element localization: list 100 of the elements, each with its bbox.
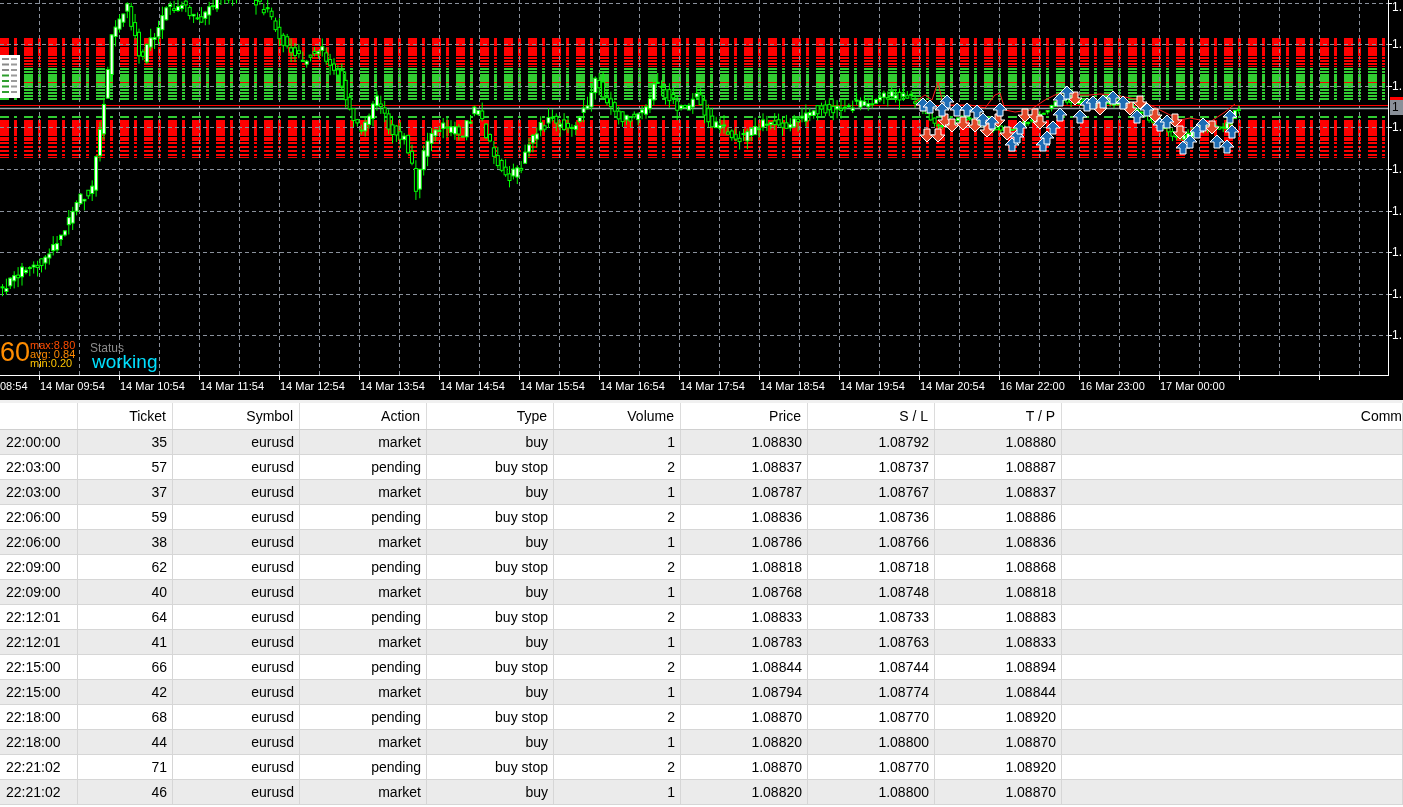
table-cell: 57 xyxy=(78,455,173,479)
table-cell: eurusd xyxy=(173,780,300,804)
table-cell: 22:18:00 xyxy=(0,730,78,754)
table-cell: 1.08736 xyxy=(808,505,935,529)
table-cell: 2 xyxy=(554,555,681,579)
table-cell: 22:21:02 xyxy=(0,755,78,779)
table-cell: 1.08880 xyxy=(935,430,1062,454)
price-axis-label: 1. xyxy=(1392,37,1402,51)
table-cell: 1.08744 xyxy=(808,655,935,679)
table-cell: eurusd xyxy=(173,605,300,629)
table-cell: 1.08836 xyxy=(681,505,808,529)
column-header[interactable]: Symbol xyxy=(173,403,300,429)
table-cell: 1.08868 xyxy=(935,555,1062,579)
table-cell: eurusd xyxy=(173,730,300,754)
table-cell: 2 xyxy=(554,605,681,629)
price-axis-label: 1. xyxy=(1392,120,1402,134)
table-cell: 1.08833 xyxy=(681,605,808,629)
table-cell: 1.08920 xyxy=(935,755,1062,779)
table-cell: 71 xyxy=(78,755,173,779)
table-cell: pending xyxy=(300,755,427,779)
table-cell: pending xyxy=(300,655,427,679)
column-header[interactable]: S / L xyxy=(808,403,935,429)
price-axis-label: 1. xyxy=(1392,245,1402,259)
status-label: Status xyxy=(90,342,125,355)
column-header[interactable]: Action xyxy=(300,403,427,429)
table-cell: 22:12:01 xyxy=(0,605,78,629)
table-cell: 1.08820 xyxy=(681,730,808,754)
table-cell: 1 xyxy=(554,680,681,704)
status-value: working xyxy=(92,352,158,372)
time-axis-label: 14 Mar 15:54 xyxy=(520,379,585,393)
time-axis-label: 14 Mar 14:54 xyxy=(440,379,505,393)
table-cell: 1.08818 xyxy=(681,555,808,579)
price-axis-label: 1. xyxy=(1392,287,1402,301)
column-header[interactable]: Volume xyxy=(554,403,681,429)
table-cell: buy stop xyxy=(427,505,554,529)
price-axis-label: 1. xyxy=(1392,162,1402,176)
table-cell: 1 xyxy=(554,530,681,554)
indicator-value: 60 xyxy=(0,336,31,368)
table-cell: 1.08767 xyxy=(808,480,935,504)
table-cell: 62 xyxy=(78,555,173,579)
table-cell: 42 xyxy=(78,680,173,704)
table-cell: buy xyxy=(427,780,554,804)
table-cell: 1 xyxy=(554,480,681,504)
table-cell: 1 xyxy=(554,730,681,754)
table-cell: 35 xyxy=(78,430,173,454)
table-cell: buy xyxy=(427,480,554,504)
table-cell: 1.08837 xyxy=(935,480,1062,504)
time-axis-label: 14 Mar 20:54 xyxy=(920,379,985,393)
table-cell: 22:15:00 xyxy=(0,680,78,704)
table-cell: buy xyxy=(427,580,554,604)
indicator-panel xyxy=(0,55,20,98)
table-cell: 46 xyxy=(78,780,173,804)
table-cell: eurusd xyxy=(173,455,300,479)
table-cell: 1.08748 xyxy=(808,580,935,604)
table-cell: 22:06:00 xyxy=(0,505,78,529)
table-cell: 2 xyxy=(554,705,681,729)
table-cell: 64 xyxy=(78,605,173,629)
table-cell: 1.08818 xyxy=(935,580,1062,604)
table-cell: 1.08833 xyxy=(935,630,1062,654)
price-axis-label: 1. xyxy=(1392,0,1402,14)
table-cell: market xyxy=(300,580,427,604)
table-cell: market xyxy=(300,430,427,454)
table-cell: buy stop xyxy=(427,605,554,629)
table-cell: 40 xyxy=(78,580,173,604)
table-cell: eurusd xyxy=(173,530,300,554)
table-cell: eurusd xyxy=(173,755,300,779)
table-cell: buy xyxy=(427,430,554,454)
table-cell: market xyxy=(300,630,427,654)
table-cell: eurusd xyxy=(173,505,300,529)
table-cell: market xyxy=(300,680,427,704)
table-cell: 1.08774 xyxy=(808,680,935,704)
time-axis-label: 17 Mar 00:00 xyxy=(1160,379,1225,393)
table-cell: 2 xyxy=(554,755,681,779)
table-cell: 1.08792 xyxy=(808,430,935,454)
column-header[interactable]: Comm xyxy=(1062,403,1403,429)
table-cell: buy stop xyxy=(427,555,554,579)
table-cell: market xyxy=(300,530,427,554)
table-cell: pending xyxy=(300,605,427,629)
price-axis-label: 1. xyxy=(1392,79,1402,93)
table-cell: pending xyxy=(300,555,427,579)
table-cell: 1.08844 xyxy=(681,655,808,679)
table-cell: 1.08883 xyxy=(935,605,1062,629)
table-cell: 1.08870 xyxy=(681,755,808,779)
column-header[interactable]: Price xyxy=(681,403,808,429)
table-cell: 22:15:00 xyxy=(0,655,78,679)
table-cell: 1.08768 xyxy=(681,580,808,604)
table-cell: buy xyxy=(427,530,554,554)
table-cell: 1.08787 xyxy=(681,480,808,504)
column-header[interactable]: Ticket xyxy=(78,403,173,429)
table-cell: 22:03:00 xyxy=(0,480,78,504)
time-axis-label: 14 Mar 18:54 xyxy=(760,379,825,393)
column-header[interactable]: Type xyxy=(427,403,554,429)
table-cell: 1.08886 xyxy=(935,505,1062,529)
table-cell: 1 xyxy=(554,630,681,654)
table-cell: buy xyxy=(427,630,554,654)
table-cell: 2 xyxy=(554,505,681,529)
table-cell: market xyxy=(300,780,427,804)
column-header[interactable]: T / P xyxy=(935,403,1062,429)
table-cell: eurusd xyxy=(173,630,300,654)
table-cell: 1.08733 xyxy=(808,605,935,629)
